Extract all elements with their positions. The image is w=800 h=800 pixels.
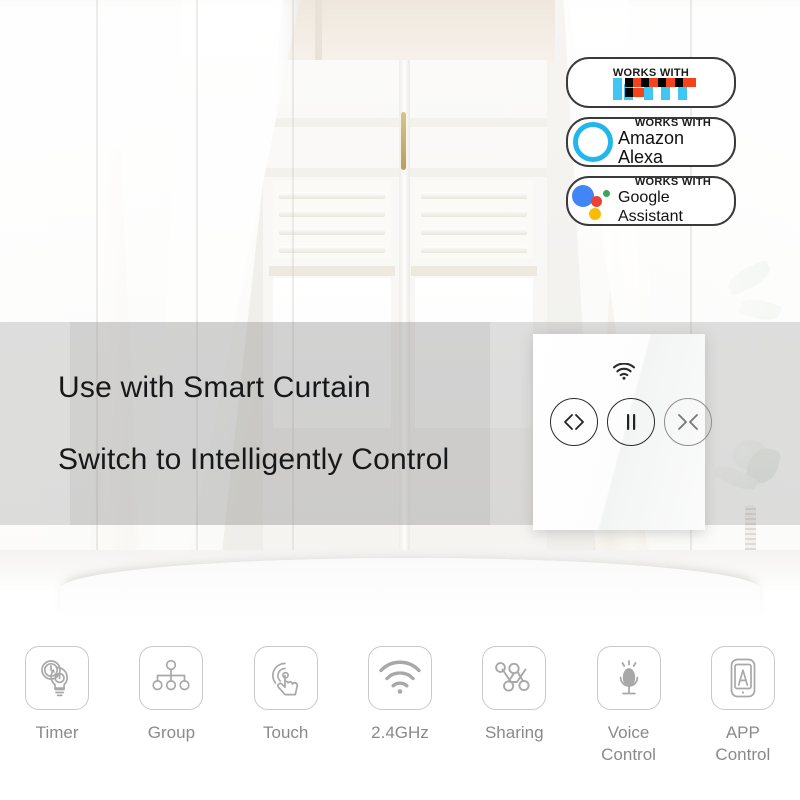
window-sill-right — [411, 266, 537, 276]
ifttt-logo — [612, 77, 696, 100]
window-assembly — [255, 0, 555, 620]
window-header — [255, 0, 555, 66]
open-button[interactable] — [550, 398, 598, 446]
pause-button[interactable] — [607, 398, 655, 446]
badge-alexa-brand: Amazon Alexa — [618, 128, 685, 167]
feature-touch-label: Touch — [263, 723, 309, 742]
feature-app-control[interactable]: APP Control — [686, 618, 800, 766]
app-phone-icon — [710, 646, 775, 710]
switch-buttons — [550, 398, 712, 446]
group-tree-icon — [139, 646, 204, 710]
curtain-fold-1 — [96, 0, 98, 620]
google-assistant-logo — [568, 183, 618, 220]
feature-timer-label: Timer — [35, 723, 79, 742]
microphone-icon — [596, 646, 661, 710]
bed-linen — [0, 550, 800, 620]
close-arrows-icon — [678, 414, 698, 430]
headline: Use with Smart Curtain Switch to Intelli… — [58, 352, 528, 496]
alexa-logo — [568, 122, 618, 162]
close-button[interactable] — [664, 398, 712, 446]
feature-timer[interactable]: Timer — [0, 618, 114, 744]
wifi-icon — [612, 362, 636, 385]
feature-voice-control-label: Voice Control — [601, 723, 656, 764]
feature-sharing[interactable]: Sharing — [457, 618, 571, 744]
curtain-fold-2 — [196, 0, 198, 620]
shutter-left — [273, 180, 391, 258]
feature-app-control-label: APP Control — [715, 723, 771, 764]
feature-group-label: Group — [147, 723, 196, 742]
feature-voice-control[interactable]: Voice Control — [571, 618, 685, 766]
window-handle — [401, 112, 406, 170]
feature-wifi[interactable]: 2.4GHz — [343, 618, 457, 744]
sharing-nodes-icon — [482, 646, 547, 710]
timer-bulb-icon — [25, 646, 90, 710]
badge-amazon-alexa[interactable]: WORKS WITH Amazon Alexa — [566, 117, 736, 167]
product-banner: Use with Smart Curtain Switch to Intelli… — [0, 0, 800, 800]
feature-touch[interactable]: Touch — [229, 618, 343, 744]
feature-group[interactable]: Group — [114, 618, 228, 744]
feature-sharing-label: Sharing — [484, 723, 544, 742]
badge-google-assistant[interactable]: WORKS WITH Google Assistant — [566, 176, 736, 226]
touch-finger-icon — [253, 646, 318, 710]
badge-ifttt[interactable]: WORKS WITH — [566, 57, 736, 108]
headline-line-2: Switch to Intelligently Control — [58, 443, 450, 476]
shutter-right — [415, 180, 533, 258]
pause-icon — [627, 414, 636, 430]
compatibility-badges: WORKS WITH WORKS WITH Amazon Alexa WORKS… — [566, 57, 736, 235]
badge-google-brand: Google Assistant — [618, 189, 683, 225]
open-arrows-icon — [564, 414, 584, 430]
smart-curtain-switch-panel[interactable] — [533, 334, 712, 530]
wifi-icon — [367, 646, 432, 710]
headline-line-1: Use with Smart Curtain — [58, 371, 371, 404]
badge-google-works-with: WORKS WITH — [634, 176, 712, 188]
feature-wifi-label: 2.4GHz — [371, 723, 429, 742]
window-sill-left — [269, 266, 395, 276]
curtain-fold-3 — [292, 0, 294, 620]
feature-bar: Timer Group Touch 2.4GHz Sharing Voice C… — [0, 618, 800, 800]
